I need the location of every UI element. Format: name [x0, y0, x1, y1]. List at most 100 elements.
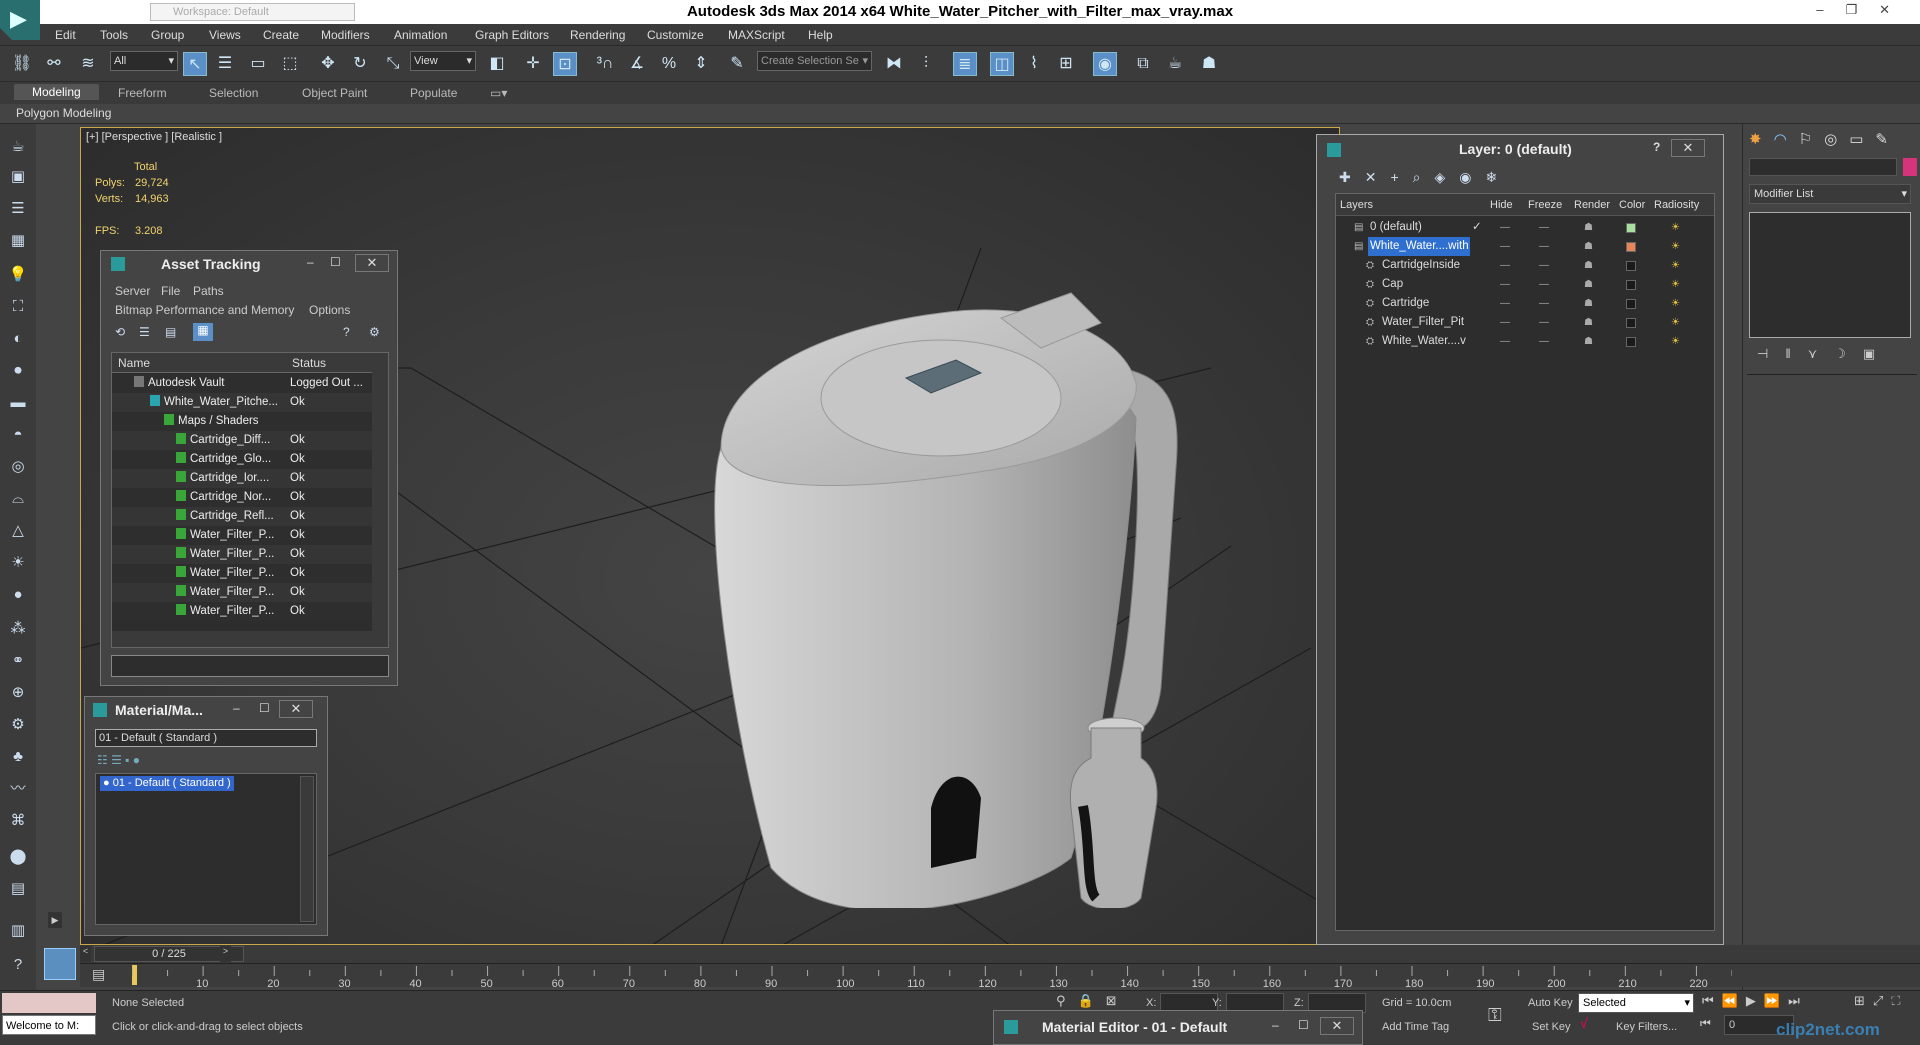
select-manipulate-icon[interactable]: ✛	[521, 52, 545, 76]
rect-selection-icon[interactable]: ▭	[246, 52, 270, 76]
column-header-freeze[interactable]: Freeze	[1528, 199, 1562, 211]
show-end-result-icon[interactable]: ‖	[1785, 346, 1807, 361]
add-time-tag[interactable]: Add Time Tag	[1382, 1021, 1449, 1033]
gear-icon[interactable]: ⚙	[7, 714, 29, 736]
layer-color-swatch[interactable]	[1626, 223, 1636, 233]
radiosity-icon[interactable]: ☀	[1671, 332, 1680, 351]
hair-icon[interactable]: 〰	[7, 778, 29, 800]
layer-row[interactable]: ⛭ CartridgeInside — — ☗ ☀	[1336, 256, 1714, 275]
bowl-icon[interactable]: ⌓	[7, 488, 29, 510]
help-icon[interactable]: ?	[343, 325, 350, 339]
camera-icon[interactable]: ⛶	[7, 296, 29, 318]
edit-named-selection-icon[interactable]: ✎	[725, 52, 749, 76]
maximize-icon[interactable]: ☐	[1298, 1018, 1309, 1032]
angle-snap-icon[interactable]: ∡	[625, 52, 649, 76]
close-icon[interactable]: ✕	[1320, 1017, 1354, 1035]
bind-spacewarp-icon[interactable]: ≋	[76, 52, 100, 76]
key-filters-button[interactable]: Key Filters...	[1616, 1021, 1677, 1033]
menu-group[interactable]: Group	[151, 28, 184, 42]
menu-graph-editors[interactable]: Graph Editors	[475, 28, 549, 42]
render-setup-icon[interactable]: ⧉	[1131, 52, 1155, 76]
keyboard-shortcut-icon[interactable]: ⊡	[553, 52, 577, 76]
ring-icon[interactable]: ◎	[7, 456, 29, 478]
ribbon-tab-selection[interactable]: Selection	[209, 86, 258, 100]
auto-key-button[interactable]: Auto Key	[1528, 997, 1573, 1009]
configure-sets-icon[interactable]: ▣	[1863, 346, 1892, 361]
time-slider[interactable]: < 0 / 225 >	[80, 945, 1920, 963]
hide-toggle[interactable]: —	[1500, 294, 1510, 313]
select-object-icon[interactable]: ↖	[183, 52, 207, 76]
window-crossing-icon[interactable]: ⬚	[278, 52, 302, 76]
render-toggle-icon[interactable]: ☗	[1584, 313, 1593, 332]
particles-icon[interactable]: ⁂	[7, 618, 29, 640]
maximize-icon[interactable]: ☐	[330, 255, 341, 269]
freeze-toggle[interactable]: —	[1539, 218, 1549, 237]
layer-manager-icon[interactable]: ◫	[990, 52, 1014, 76]
asset-tracking-titlebar[interactable]: Asset Tracking – ☐ ✕	[101, 251, 397, 277]
disc-icon[interactable]: ●	[7, 584, 29, 606]
render-production-icon[interactable]: ☗	[1197, 52, 1221, 76]
dome-icon[interactable]: ◓	[7, 424, 29, 446]
expand-arrow-icon[interactable]: ▶	[48, 912, 62, 928]
help-icon[interactable]: ?	[7, 954, 29, 976]
modifier-list-dropdown[interactable]: Modifier List ▾	[1749, 184, 1911, 204]
sphere-icon[interactable]: ◐	[7, 328, 29, 350]
rendered-frame-icon[interactable]: ☕	[1163, 52, 1187, 76]
schematic-view-icon[interactable]: ⊞	[1054, 52, 1078, 76]
select-by-name-icon[interactable]: ☰	[213, 52, 237, 76]
add-to-layer-icon[interactable]: +	[1390, 169, 1412, 185]
menu-edit[interactable]: Edit	[55, 28, 76, 42]
column-header-color[interactable]: Color	[1619, 199, 1645, 211]
horizontal-scrollbar[interactable]	[112, 631, 388, 647]
column-header-status[interactable]: Status	[292, 356, 326, 370]
current-layer-check-icon[interactable]: ✓	[1472, 218, 1482, 237]
layer-row[interactable]: ⛭ Water_Filter_Pit — — ☗ ☀	[1336, 313, 1714, 332]
object-name-field[interactable]	[1749, 158, 1897, 176]
minimize-icon[interactable]: –	[233, 701, 240, 715]
reference-coordinate-dropdown[interactable]: View ▾	[410, 51, 476, 71]
polygon-modeling-label[interactable]: Polygon Modeling	[16, 106, 111, 120]
minimize-icon[interactable]: –	[1272, 1018, 1279, 1032]
list-view-icon[interactable]: ☰	[139, 325, 150, 339]
settings-icon[interactable]: ⚙	[369, 325, 380, 339]
list-icon[interactable]: ☰	[7, 198, 29, 220]
asset-menu-paths[interactable]: Paths	[193, 284, 224, 298]
ribbon-options-icon[interactable]: ▭▾	[490, 86, 507, 100]
viewport-label[interactable]: [+] [Perspective ] [Realistic ]	[86, 131, 222, 143]
asset-row[interactable]: Autodesk Vault Logged Out ...	[112, 374, 372, 393]
layer-color-swatch[interactable]	[1626, 299, 1636, 309]
maxscript-listener[interactable]: Welcome to M:	[2, 1015, 96, 1035]
ball-icon[interactable]: ⬤	[7, 846, 29, 868]
hide-all-icon[interactable]: ◉	[1459, 169, 1485, 185]
object-color-swatch[interactable]	[1903, 158, 1917, 176]
make-unique-icon[interactable]: ⋎	[1808, 346, 1835, 361]
layers-icon[interactable]: ▥	[7, 920, 29, 942]
freeze-toggle[interactable]: —	[1539, 332, 1549, 351]
box-icon[interactable]: ▬	[7, 392, 29, 414]
column-header-hide[interactable]: Hide	[1490, 199, 1513, 211]
app-menu-icon[interactable]: ▶	[0, 0, 40, 40]
absolute-mode-icon[interactable]: ⊠	[1106, 993, 1129, 1008]
render-toggle-icon[interactable]: ☗	[1584, 294, 1593, 313]
scene-explorer-icon[interactable]: ≣	[953, 52, 977, 76]
create-tab-icon[interactable]: ✸	[1749, 131, 1774, 148]
curve-editor-mini-icon[interactable]: ▤	[92, 966, 105, 983]
track-bar[interactable]: ▤ 10 20 30 40 50 60 70 80 90 100 110 120 130 140 150 16…	[80, 963, 1920, 990]
menu-rendering[interactable]: Rendering	[570, 28, 625, 42]
render-toggle-icon[interactable]: ☗	[1584, 275, 1593, 294]
render-toggle-icon[interactable]: ☗	[1584, 256, 1593, 275]
asset-menu-file[interactable]: File	[161, 284, 180, 298]
asset-menu-bitmap-performance[interactable]: Bitmap Performance and Memory	[115, 303, 294, 317]
close-icon[interactable]: ✕	[279, 700, 313, 718]
video-icon[interactable]: ⏺	[7, 360, 29, 382]
asset-row[interactable]: Cartridge_Ior.... Ok	[112, 469, 372, 488]
asset-row[interactable]: Water_Filter_P... Ok	[112, 583, 372, 602]
ribbon-tab-modeling[interactable]: Modeling	[14, 84, 99, 100]
material-name-field[interactable]: 01 - Default ( Standard )	[95, 729, 317, 747]
viewport-thumbnail[interactable]	[44, 948, 76, 980]
radiosity-icon[interactable]: ☀	[1671, 218, 1680, 237]
freeze-toggle[interactable]: —	[1539, 237, 1549, 256]
menu-tools[interactable]: Tools	[100, 28, 128, 42]
window-controls[interactable]: –❐✕	[1816, 2, 1912, 18]
snap-3d-icon[interactable]: ³∩	[593, 52, 617, 76]
